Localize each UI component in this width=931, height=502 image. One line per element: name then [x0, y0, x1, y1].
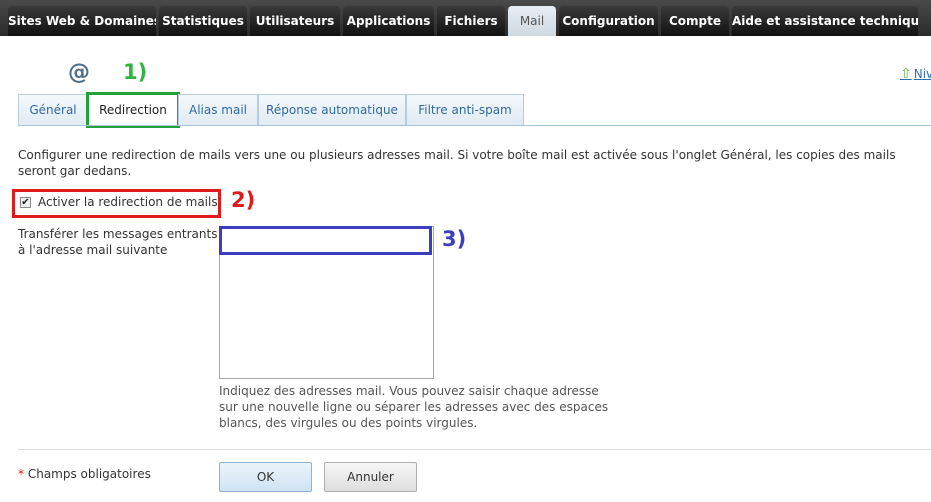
cancel-button[interactable]: Annuler	[324, 462, 417, 492]
topnav-fichiers[interactable]: Fichiers	[437, 6, 505, 36]
up-level-link[interactable]: ⇧ Niv	[900, 66, 931, 82]
required-fields-label: Champs obligatoires	[27, 467, 151, 481]
topnav-applications[interactable]: Applications	[343, 6, 434, 36]
required-fields-note: * Champs obligatoires	[18, 467, 151, 481]
topnav-sites-web-domaines[interactable]: Sites Web & Domaines	[8, 6, 156, 36]
tab-redirection[interactable]: Redirection	[86, 92, 180, 128]
required-star: *	[18, 467, 24, 481]
topnav-aide-assistance[interactable]: Aide et assistance technique	[732, 6, 918, 36]
ok-button[interactable]: OK	[219, 462, 312, 492]
tab-reponse-automatique[interactable]: Réponse automatique	[258, 94, 406, 125]
enable-redirection-label[interactable]: Activer la redirection de mails	[38, 195, 218, 209]
forward-address-hint: Indiquez des adresses mail. Vous pouvez …	[219, 384, 609, 430]
topnav-compte[interactable]: Compte	[661, 6, 729, 36]
enable-redirection-checkbox[interactable]: ✔	[20, 197, 31, 208]
tab-alias-mail[interactable]: Alias mail	[178, 94, 258, 125]
annotation-2: 2)	[231, 188, 256, 212]
annotation-box-3	[219, 226, 432, 255]
arrow-up-icon: ⇧	[900, 66, 912, 82]
topnav-mail[interactable]: Mail	[508, 6, 556, 36]
tab-filtre-anti-spam[interactable]: Filtre anti-spam	[406, 94, 524, 125]
topnav-statistiques[interactable]: Statistiques	[159, 6, 247, 36]
tab-general[interactable]: Général	[18, 94, 88, 125]
at-icon: @	[68, 60, 90, 85]
form-footer-divider	[18, 449, 931, 450]
annotation-1: 1)	[123, 60, 148, 84]
forward-address-label: Transférer les messages entrants à l'adr…	[18, 227, 218, 257]
tabs-divider	[18, 125, 931, 126]
redirection-description: Configurer une redirection de mails vers…	[18, 148, 896, 178]
top-navigation: Sites Web & Domaines Statistiques Utilis…	[0, 0, 931, 36]
topnav-utilisateurs[interactable]: Utilisateurs	[250, 6, 340, 36]
up-level-label: Niv	[913, 67, 931, 81]
topnav-configuration[interactable]: Configuration	[559, 6, 658, 36]
annotation-3: 3)	[442, 227, 467, 251]
